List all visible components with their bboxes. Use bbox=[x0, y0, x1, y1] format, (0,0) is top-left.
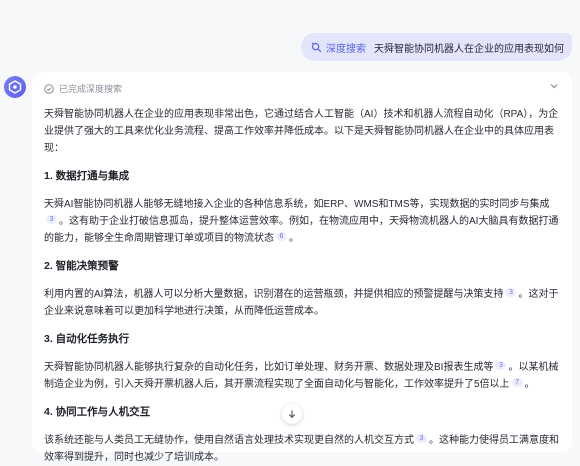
citation-badge[interactable]: 3 bbox=[46, 215, 57, 224]
section-paragraph: 天舜AI智能协同机器人能够无缝地接入企业的各种信息系统，如ERP、WMS和TMS… bbox=[44, 199, 559, 244]
section-heading: 2. 智能决策预警 bbox=[44, 260, 119, 272]
assistant-logo-icon bbox=[8, 80, 22, 94]
deep-search-tag-label: 深度搜索 bbox=[326, 43, 366, 55]
section-paragraph: 利用内置的AI算法，机器人可以分析大量数据，识别潜在的运营瓶颈，并提供相应的预警… bbox=[44, 288, 559, 317]
intro-paragraph: 天舜智能协同机器人在企业的应用表现非常出色，它通过结合人工智能（AI）技术和机器… bbox=[44, 109, 559, 154]
citation-badge[interactable]: 3 bbox=[416, 434, 427, 443]
section-heading: 3. 自动化任务执行 bbox=[44, 333, 130, 345]
section-heading: 1. 数据打通与集成 bbox=[44, 170, 130, 182]
section-paragraph: 该系统还能与人类员工无缝协作，使用自然语言处理技术实现更自然的人机交互方式 3 。这… bbox=[44, 434, 559, 463]
user-message-text: 天舜智能协同机器人在企业的应用表现如何 bbox=[374, 43, 564, 55]
citation-badge[interactable]: 3 bbox=[495, 361, 507, 370]
search-status[interactable]: 已完成深度搜索 bbox=[44, 82, 122, 95]
arrow-down-icon bbox=[288, 410, 296, 419]
search-status-label: 已完成深度搜索 bbox=[59, 84, 123, 94]
chevron-down-icon[interactable] bbox=[548, 80, 560, 92]
scroll-to-bottom-button[interactable] bbox=[282, 404, 302, 424]
deep-search-tag[interactable]: 深度搜索 bbox=[311, 40, 366, 55]
citation-badge[interactable]: 6 bbox=[276, 232, 287, 241]
citation-badge[interactable]: 7 bbox=[511, 378, 523, 387]
assistant-avatar bbox=[4, 76, 26, 98]
section-paragraph: 天舜智能协同机器人能够执行复杂的自动化任务，比如订单处理、财务开票、数据处理及B… bbox=[44, 361, 559, 390]
checkmark-circle-icon bbox=[44, 83, 54, 94]
assistant-response-panel: 已完成深度搜索 天舜智能协同机器人在企业的应用表现非常出色，它通过结合人工智能（… bbox=[32, 72, 572, 463]
citation-badge[interactable]: 3 bbox=[505, 288, 517, 297]
user-message-bubble: 深度搜索 天舜智能协同机器人在企业的应用表现如何 bbox=[301, 33, 572, 61]
deep-search-icon bbox=[311, 41, 322, 52]
